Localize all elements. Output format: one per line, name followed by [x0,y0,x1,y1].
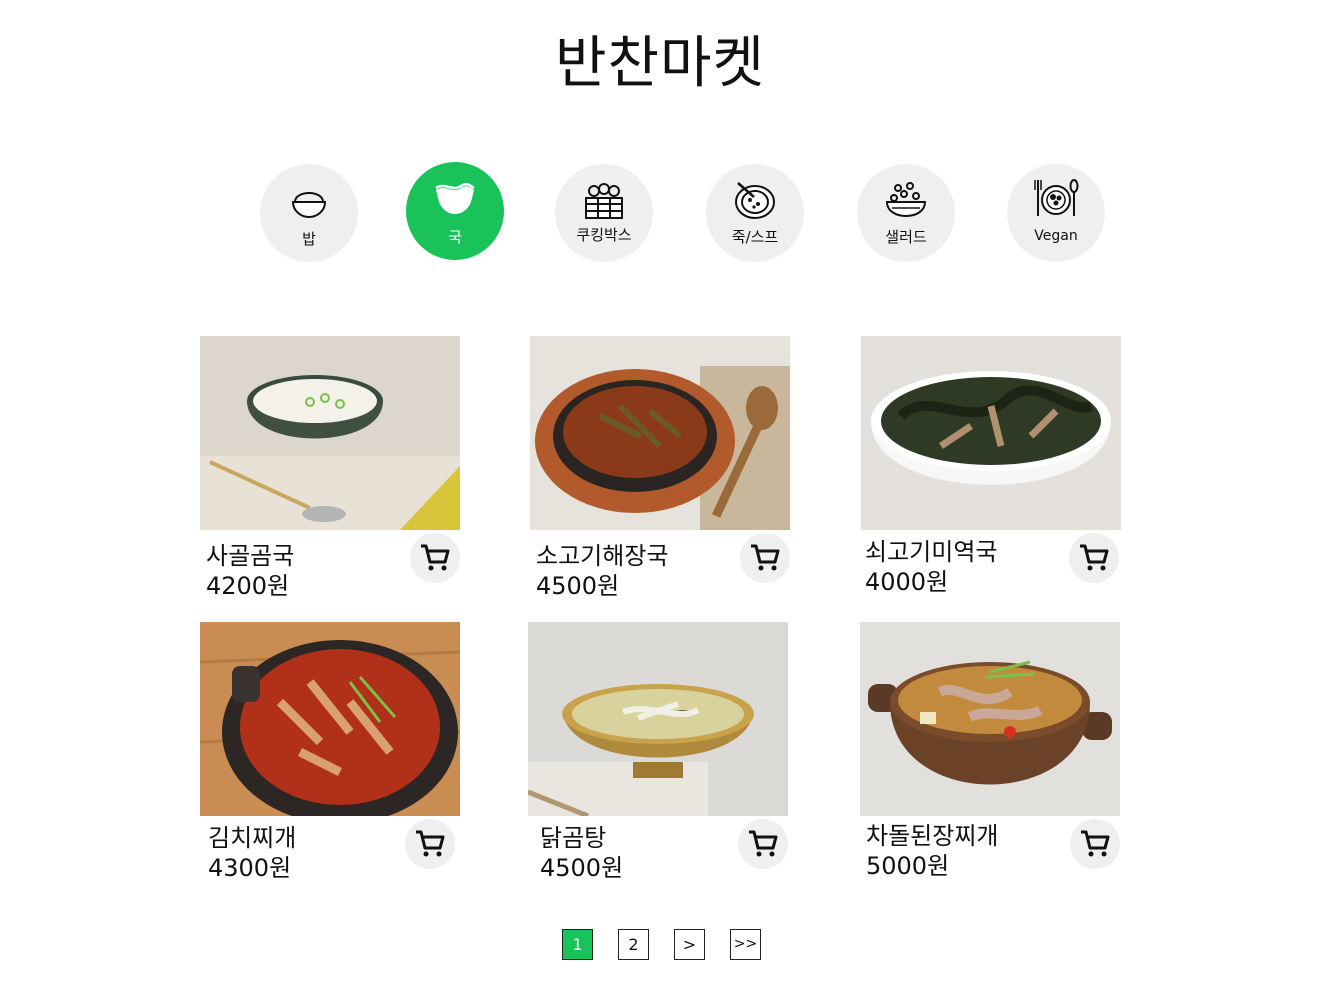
product-price: 4300원 [208,854,292,882]
add-to-cart-button[interactable] [740,533,790,583]
product-image[interactable] [200,336,460,530]
cart-icon [1081,830,1110,857]
product-price: 4200원 [206,572,290,600]
category-cooking-box[interactable]: 쿠킹박스 [555,164,653,262]
category-porridge[interactable]: 죽/스프 [706,164,804,262]
add-to-cart-button[interactable] [1070,819,1120,869]
category-label: 샐러드 [885,228,927,246]
category-soup[interactable]: 국 [406,162,504,260]
add-to-cart-button[interactable] [738,819,788,869]
product-image[interactable] [861,336,1121,530]
cart-icon [421,544,450,571]
rice-bowl-icon [291,192,327,219]
product-image[interactable] [200,622,460,816]
product-price: 4500원 [536,572,620,600]
cart-icon [416,830,445,857]
porridge-icon [735,182,775,219]
page-button-2[interactable]: 2 [618,929,649,960]
product-price: 4500원 [540,854,624,882]
category-vegan[interactable]: Vegan [1007,164,1105,262]
salad-icon [885,182,927,218]
add-to-cart-button[interactable] [405,819,455,869]
product-image[interactable] [530,336,790,530]
category-label: 국 [448,228,462,246]
vegan-icon [1034,179,1079,216]
category-rice[interactable]: 밥 [260,164,358,262]
product-price: 4000원 [865,568,949,596]
next-page-button[interactable]: > [674,929,705,960]
product-price: 5000원 [866,852,950,880]
pagination: 1 2 > >> [0,929,1320,960]
page-title: 반찬마켓 [554,31,766,96]
category-label: 밥 [302,230,316,248]
last-page-button[interactable]: >> [730,929,761,960]
category-label: 쿠킹박스 [576,226,632,244]
category-label: 죽/스프 [731,228,779,246]
product-image[interactable] [860,622,1120,816]
cart-icon [1080,544,1109,571]
add-to-cart-button[interactable] [1069,533,1119,583]
soup-bowl-icon [435,183,475,214]
product-image[interactable] [528,622,788,816]
add-to-cart-button[interactable] [410,533,460,583]
category-label: Vegan [1034,228,1078,244]
category-salad[interactable]: 샐러드 [857,164,955,262]
page-button-1[interactable]: 1 [562,929,593,960]
cart-icon [749,830,778,857]
cooking-box-icon [585,183,623,219]
cart-icon [751,544,780,571]
